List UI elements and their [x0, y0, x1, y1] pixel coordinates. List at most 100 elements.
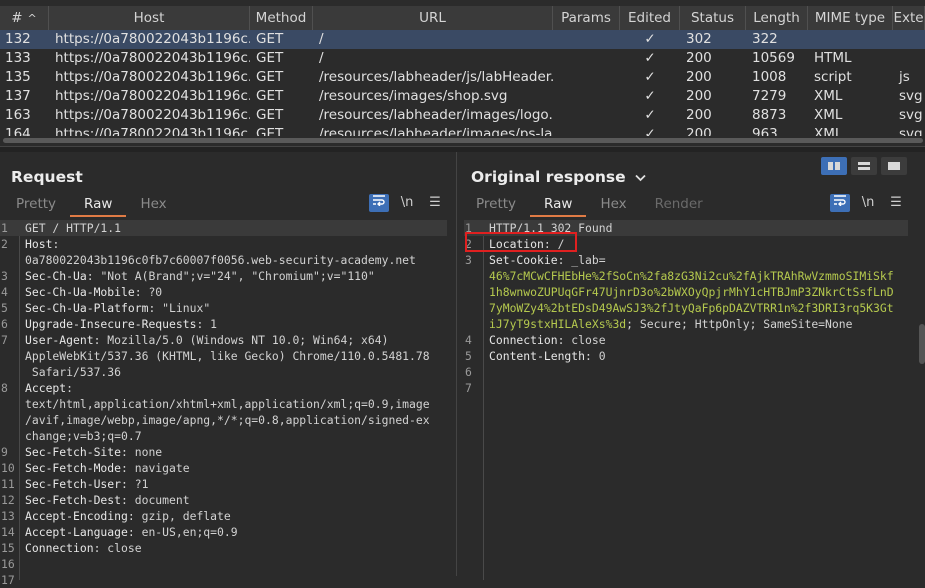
table-row[interactable]: 137 https://0a780022043b1196c... GET/resou… — [0, 87, 925, 106]
header-name: Sec-Ch-Ua — [25, 269, 87, 283]
code-line: 7 — [464, 380, 908, 396]
code-line: text/html,application/xhtml+xml,applicat… — [0, 396, 447, 412]
stacked-layout-icon[interactable] — [851, 157, 877, 175]
single-pane-layout-icon[interactable] — [881, 157, 907, 175]
code-line: 5 Sec-Ch-Ua-Platform: "Linux" — [0, 300, 447, 316]
cell-num: 133 — [5, 50, 31, 66]
cell-num: 132 — [5, 31, 31, 47]
col-length[interactable]: Length — [746, 6, 808, 30]
cell-status: 200 — [686, 107, 712, 123]
request-toolbar: \n ☰ — [369, 194, 445, 212]
cell-length: 7279 — [752, 88, 787, 104]
wrap-lines-icon[interactable] — [830, 194, 850, 212]
newline-toggle-icon[interactable]: \n — [397, 194, 417, 212]
cell-url: /resources/images/shop.svg — [319, 88, 508, 104]
col-status[interactable]: Status — [680, 6, 746, 30]
cell-ext: svg — [899, 88, 923, 104]
tab-pretty[interactable]: Pretty — [2, 195, 70, 217]
tab-hex[interactable]: Hex — [126, 195, 180, 217]
col-host[interactable]: Host — [49, 6, 250, 30]
menu-icon[interactable]: ☰ — [886, 194, 906, 212]
header-value: : ?0 — [134, 285, 163, 299]
sort-ascending-icon[interactable]: ^ — [28, 12, 37, 25]
col-params[interactable]: Params — [553, 6, 620, 30]
header-value: : Mozilla/5.0 (Windows NT 10.0; Win64; x… — [93, 333, 389, 347]
tab-render[interactable]: Render — [641, 195, 717, 217]
menu-icon[interactable]: ☰ — [425, 194, 445, 212]
code-line: 7 User-Agent: Mozilla/5.0 (Windows NT 10.… — [0, 332, 447, 348]
horizontal-scrollbar[interactable] — [0, 136, 925, 146]
code-line: 5 Content-Length: 0 — [464, 348, 908, 364]
chevron-down-icon[interactable] — [635, 168, 646, 186]
header-value: change;v=b3;q=0.7 — [25, 429, 142, 443]
table-row[interactable]: 132 https://0a780022043b1196c... GET / ✓ 302 3… — [0, 30, 925, 49]
table-row[interactable]: 163 https://0a780022043b1196c... GET/resou… — [0, 106, 925, 125]
header-value: : document — [121, 493, 190, 507]
code-line: 1h8wnwoZUPUqGFr47UjnrD3o%2bWXOyQpjrMhY1c… — [464, 284, 908, 300]
line-number: 2 — [1, 237, 8, 251]
cell-host: https://0a780022043b1196c... — [55, 69, 250, 85]
code-line: 4 Sec-Ch-Ua-Mobile: ?0 — [0, 284, 447, 300]
request-tabs: Pretty Raw Hex — [2, 195, 181, 217]
header-value: GET / HTTP/1.1 — [25, 221, 122, 235]
cell-ext: svg — [899, 107, 923, 123]
side-by-side-layout-icon[interactable] — [821, 157, 847, 175]
cell-params — [553, 68, 620, 87]
wrap-lines-icon[interactable] — [369, 194, 389, 212]
header-value: 1h8wnwoZUPUqGFr47UjnrD3o%2bWXOyQpjrMhY1c… — [489, 285, 894, 299]
response-toolbar: \n ☰ — [830, 194, 906, 212]
cell-edited: ✓ — [644, 31, 656, 47]
code-line: 7yMoWZy4%2btEDsD49AwSJ3%2fJtyQaFp6pDAZVT… — [464, 300, 908, 316]
col-method[interactable]: Method — [250, 6, 313, 30]
cell-method: GET — [256, 31, 284, 47]
tab-raw[interactable]: Raw — [70, 195, 127, 217]
code-line: 16 — [0, 556, 447, 572]
cell-url: /resources/labheader/images/logo... — [319, 107, 553, 123]
header-value: : close — [93, 541, 142, 555]
line-number: 7 — [1, 333, 8, 347]
newline-toggle-icon[interactable]: \n — [858, 194, 878, 212]
tab-pretty[interactable]: Pretty — [462, 195, 530, 217]
header-name: Sec-Fetch-Dest — [25, 493, 122, 507]
cell-host: https://0a780022043b1196c... — [55, 88, 250, 104]
col-url[interactable]: URL — [313, 6, 553, 30]
table-row[interactable]: 133 https://0a780022043b1196c... GET / ✓ 200 1… — [0, 49, 925, 68]
header-name: Sec-Fetch-User — [25, 477, 122, 491]
tab-hex[interactable]: Hex — [586, 195, 640, 217]
line-number: 3 — [1, 269, 8, 283]
header-value: : none — [121, 445, 163, 459]
code-line: 9 Sec-Fetch-Site: none — [0, 444, 447, 460]
code-line: 11 Sec-Fetch-User: ?1 — [0, 476, 447, 492]
cell-method: GET — [256, 107, 284, 123]
header-value: : ?1 — [121, 477, 149, 491]
header-value: /avif,image/webp,image/apng,*/*;q=0.8,ap… — [25, 413, 430, 427]
cell-params — [553, 49, 620, 68]
col-mime[interactable]: MIME type — [808, 6, 893, 30]
header-value: : 0 — [585, 349, 606, 363]
cell-edited: ✓ — [644, 50, 656, 66]
cell-status: 200 — [686, 88, 712, 104]
code-line: 15 Connection: close — [0, 540, 447, 556]
table-header: # ^ Host Method URL Params Edited Status Length M… — [0, 6, 925, 30]
cell-mime: script — [814, 69, 852, 85]
header-value: : en-US,en;q=0.9 — [127, 525, 238, 539]
line-number: 1 — [1, 221, 8, 235]
col-number[interactable]: # ^ — [0, 6, 49, 30]
header-value: iJ7yT9stxHILAleXs%3d — [489, 317, 627, 331]
code-line: AppleWebKit/537.36 (KHTML, like Gecko) C… — [0, 348, 447, 364]
vertical-scrollbar[interactable] — [919, 324, 925, 364]
code-line: change;v=b3;q=0.7 — [0, 428, 447, 444]
line-number: 16 — [1, 557, 15, 571]
cell-mime: XML — [814, 88, 843, 104]
header-value: : "Linux" — [148, 301, 211, 315]
line-number: 10 — [1, 461, 15, 475]
request-title: Request — [11, 168, 83, 186]
col-edited[interactable]: Edited — [620, 6, 680, 30]
response-title[interactable]: Original response — [471, 168, 646, 186]
tab-raw[interactable]: Raw — [530, 195, 587, 217]
cell-method: GET — [256, 69, 284, 85]
table-row[interactable]: 135 https://0a780022043b1196c... GET/resou… — [0, 68, 925, 87]
col-extension[interactable]: Exte — [893, 6, 925, 30]
cell-length: 8873 — [752, 107, 787, 123]
cell-url: /resources/labheader/js/labHeader.js — [319, 69, 553, 85]
